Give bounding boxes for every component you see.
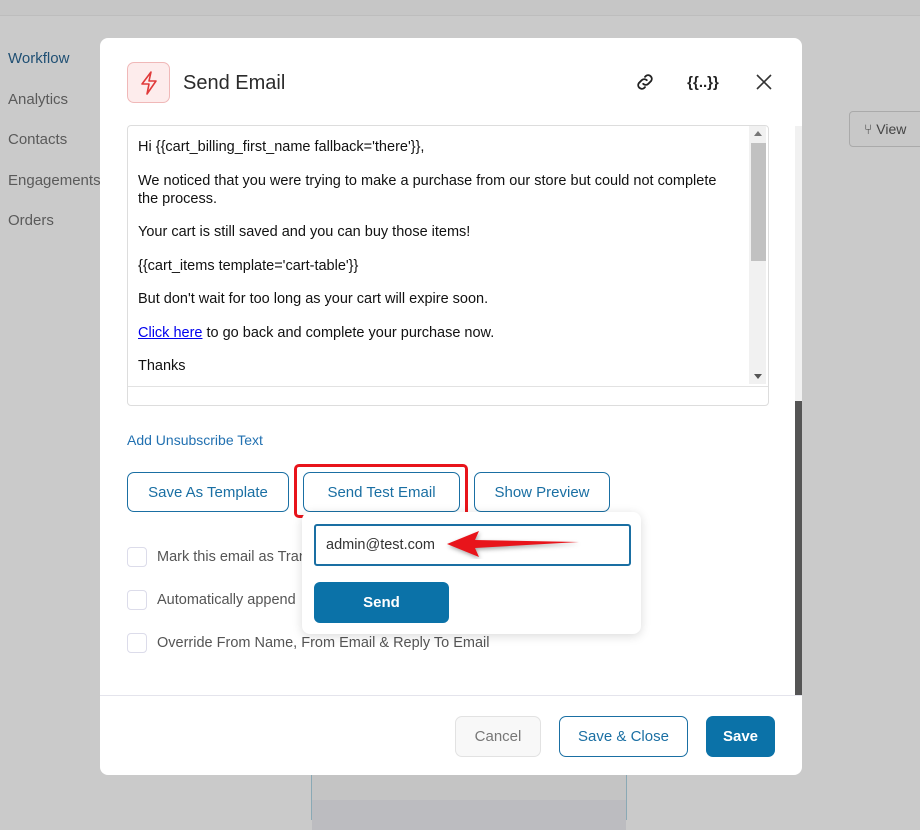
red-arrow-annotation xyxy=(447,531,579,557)
email-body-editor[interactable]: Hi {{cart_billing_first_name fallback='t… xyxy=(127,125,769,406)
editor-paragraph: But don't wait for too long as your cart… xyxy=(138,291,489,307)
show-preview-button[interactable]: Show Preview xyxy=(474,472,610,512)
link-icon[interactable] xyxy=(633,70,657,94)
sidebar-item-workflow[interactable]: Workflow xyxy=(8,50,101,91)
send-email-modal: Send Email {{..}} Hi {{cart_billing_firs… xyxy=(100,38,802,775)
override-from-checkbox[interactable]: Override From Name, From Email & Reply T… xyxy=(127,633,490,653)
modal-title: Send Email xyxy=(183,72,286,94)
transactional-checkbox[interactable]: Mark this email as Tran xyxy=(127,547,307,567)
editor-paragraph: {{cart_items template='cart-table'}} xyxy=(138,257,359,274)
top-bar xyxy=(0,0,920,16)
view-button[interactable]: ⑂ View xyxy=(849,111,920,147)
save-close-button[interactable]: Save & Close xyxy=(559,716,688,757)
auto-append-checkbox[interactable]: Automatically append xyxy=(127,590,296,610)
lightning-icon xyxy=(127,62,170,103)
sidebar-item-orders[interactable]: Orders xyxy=(8,212,101,253)
cancel-button[interactable]: Cancel xyxy=(455,716,541,757)
sidebar-item-analytics[interactable]: Analytics xyxy=(8,91,101,132)
highlight-box xyxy=(294,464,468,518)
save-button[interactable]: Save xyxy=(706,716,775,757)
editor-greeting: Hi {{cart_billing_first_name fallback='t… xyxy=(138,139,425,155)
modal-footer: Cancel Save & Close Save xyxy=(100,695,802,775)
editor-resize-bar xyxy=(128,386,768,406)
modal-scrollbar[interactable] xyxy=(795,126,802,696)
editor-paragraph: Your cart is still saved and you can buy… xyxy=(138,224,471,240)
branch-icon: ⑂ xyxy=(864,121,877,137)
click-here-link[interactable]: Click here xyxy=(138,325,202,341)
sidebar-item-contacts[interactable]: Contacts xyxy=(8,131,101,172)
add-unsubscribe-link[interactable]: Add Unsubscribe Text xyxy=(127,432,263,448)
sidebar-item-engagements[interactable]: Engagements xyxy=(8,172,101,213)
editor-paragraph: We noticed that you were trying to make … xyxy=(138,172,717,207)
sidebar: Workflow Analytics Contacts Engagements … xyxy=(8,50,101,253)
merge-tags-icon[interactable]: {{..}} xyxy=(687,70,719,94)
editor-scrollbar[interactable] xyxy=(749,126,766,384)
save-as-template-button[interactable]: Save As Template xyxy=(127,472,289,512)
close-icon[interactable] xyxy=(752,70,776,94)
editor-paragraph: Thanks xyxy=(138,358,186,374)
send-button[interactable]: Send xyxy=(314,582,449,623)
